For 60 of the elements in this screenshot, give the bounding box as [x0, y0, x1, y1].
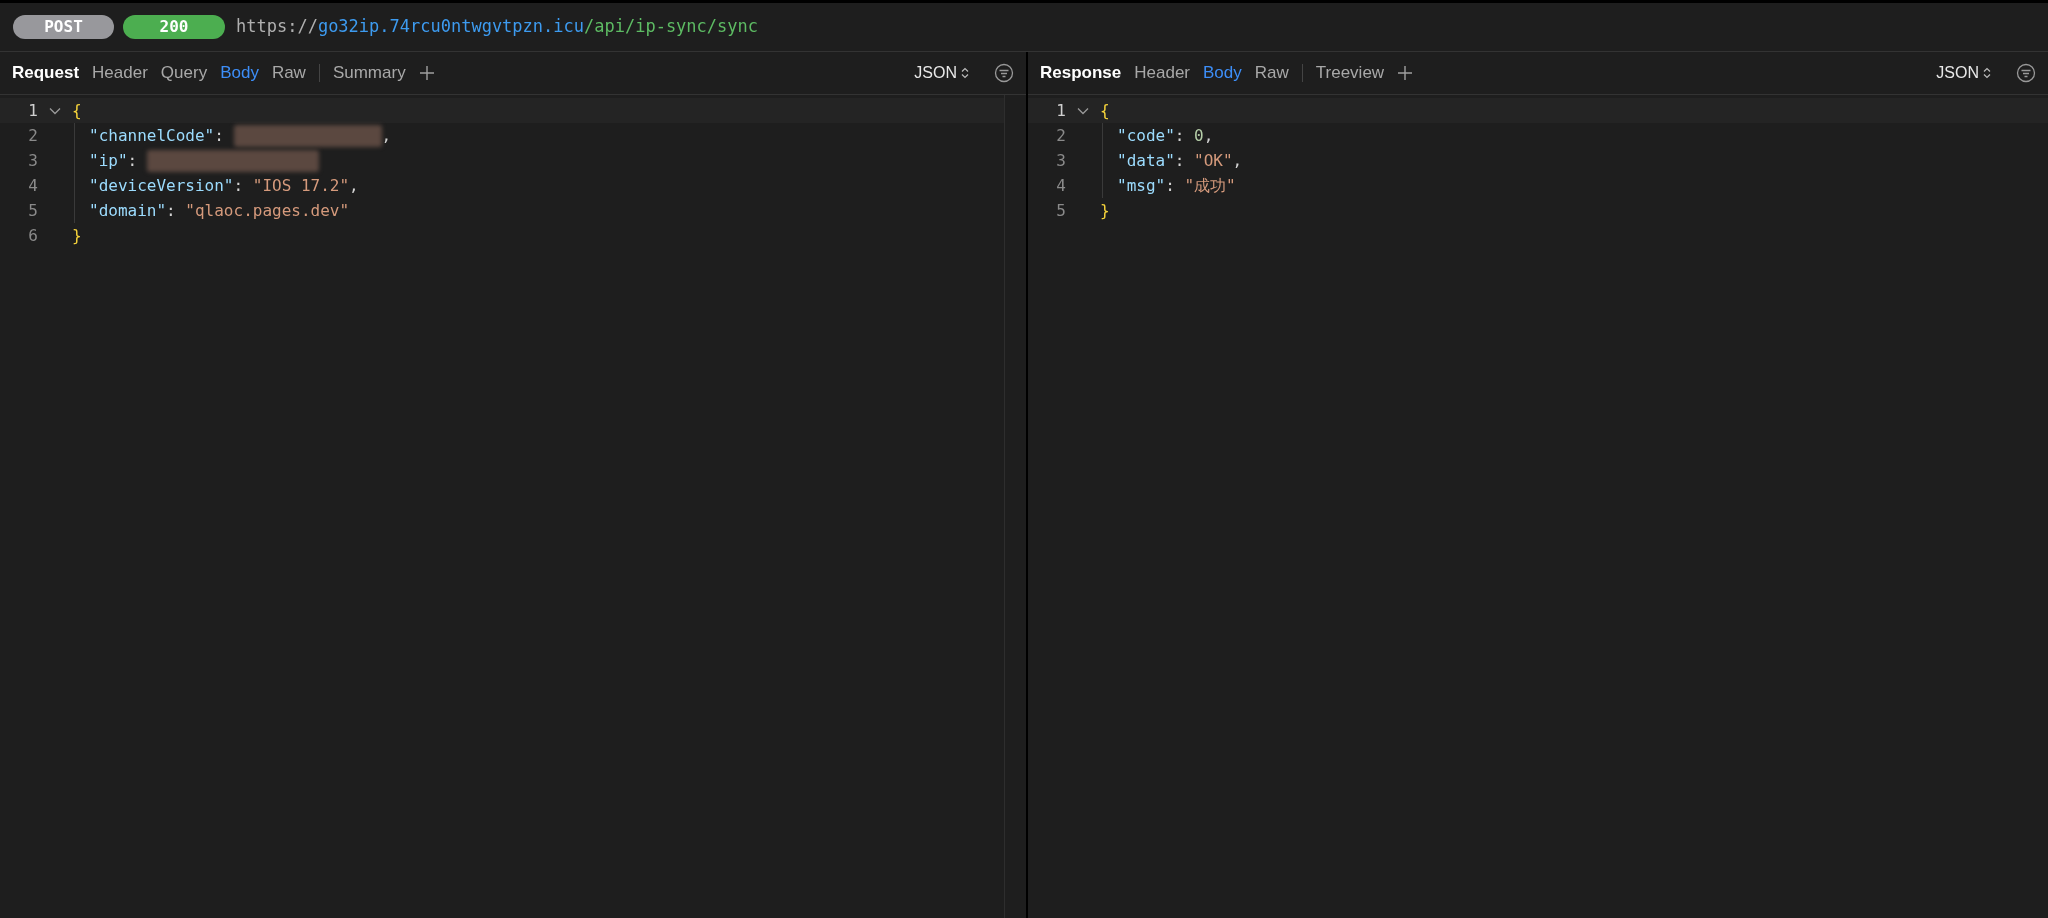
panel-title: Response: [1040, 62, 1122, 85]
format-dropdown[interactable]: JSON: [914, 61, 969, 85]
panel-tab[interactable]: Summary: [332, 60, 406, 86]
filter-icon[interactable]: [2016, 63, 2036, 83]
line-number: 1: [1055, 99, 1067, 122]
panel-title: Request: [12, 62, 80, 85]
line-number: 4: [27, 174, 39, 197]
code-token: ,: [1232, 149, 1243, 172]
panel-tab[interactable]: Raw: [1254, 60, 1289, 86]
format-dropdown[interactable]: JSON: [1936, 61, 1991, 85]
code-token: "msg": [1117, 174, 1166, 197]
code-token: :: [127, 149, 139, 172]
code-token: :: [214, 124, 225, 147]
code-token: :: [166, 199, 177, 222]
code-token: "domain": [89, 199, 167, 222]
line-number: 5: [1055, 199, 1067, 222]
line-number: 2: [27, 124, 39, 147]
panel-tab[interactable]: Header: [92, 60, 148, 86]
code-token: "IOS 17.2": [252, 174, 350, 197]
code-token: ,: [1203, 124, 1214, 147]
panel-tab[interactable]: Raw: [271, 60, 306, 86]
status-badge: 200: [123, 15, 225, 39]
line-number: 2: [1055, 124, 1067, 147]
code-token: }: [72, 224, 82, 247]
updown-chevron-icon: [961, 67, 969, 79]
code-token: "OK": [1194, 149, 1233, 172]
url-text: https://go32ip.74rcu0ntwgvtpzn.icu/api/ip-sync/sync: [236, 15, 758, 39]
code-token: :: [1174, 149, 1186, 172]
code-token: :: [1165, 174, 1176, 197]
code-token: "deviceVersion": [89, 174, 234, 197]
line-number: 5: [27, 199, 39, 222]
code-token: {: [1100, 99, 1110, 122]
filter-icon[interactable]: [994, 63, 1014, 83]
code-token: {: [72, 99, 82, 122]
code-token: "channelCode": [89, 124, 215, 147]
line-number: 3: [27, 149, 39, 172]
panel-tab[interactable]: Body: [1203, 60, 1242, 86]
code-token: "成功": [1184, 174, 1236, 197]
code-token: ,: [349, 174, 359, 197]
code-token: "qlaoc.pages.dev": [185, 199, 350, 222]
code-token: :: [233, 174, 245, 197]
line-number: 6: [27, 224, 39, 247]
code-token: 0: [1194, 124, 1204, 147]
code-token: "data": [1117, 149, 1175, 172]
panel-tab[interactable]: Query: [160, 60, 208, 86]
method-badge: POST: [13, 15, 114, 39]
line-number: 1: [27, 99, 39, 122]
updown-chevron-icon: [1983, 67, 1991, 79]
add-icon[interactable]: [1397, 65, 1414, 81]
code-token: ,: [381, 124, 392, 147]
panel-tab[interactable]: Header: [1134, 60, 1190, 86]
line-number: 4: [1055, 174, 1067, 197]
code-token: "ip": [89, 149, 128, 172]
panel-tab[interactable]: Body: [220, 60, 259, 86]
line-number: 3: [1055, 149, 1067, 172]
code-token: :: [1174, 124, 1186, 147]
add-icon[interactable]: [418, 65, 435, 81]
code-token: }: [1100, 199, 1110, 222]
code-token: "code": [1117, 124, 1175, 147]
panel-tab[interactable]: Treeview: [1315, 60, 1385, 86]
